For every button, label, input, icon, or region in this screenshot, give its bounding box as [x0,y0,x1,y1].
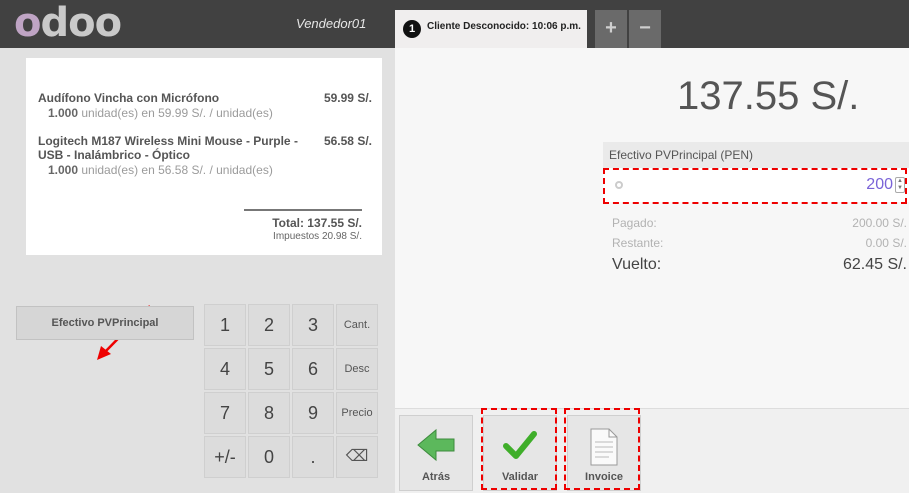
order-line[interactable]: Logitech M187 Wireless Mini Mouse - Purp… [38,134,372,178]
product-info: 1.000 unidad(es) en 59.99 S/. / unidad(e… [48,105,372,121]
numpad-backspace-icon[interactable]: ⌫ [336,436,378,478]
change-value: 62.45 S/. [842,256,907,273]
odoo-logo: odoo [14,0,122,46]
order-tab[interactable]: 1 Cliente Desconocido: 10:06 p.m. [395,10,587,48]
payment-pane: 137.55 S/. Efectivo PVPrincipal (PEN) 20… [395,48,909,408]
change-label: Vuelto: [612,256,662,273]
numpad-key-8[interactable]: 8 [248,392,290,434]
product-info: 1.000 unidad(es) en 56.58 S/. / unidad(e… [48,162,372,178]
product-name: Audífono Vincha con Micrófono [38,91,220,105]
order-receipt: Audífono Vincha con Micrófono 59.99 S/. … [26,58,382,255]
order-line[interactable]: Audífono Vincha con Micrófono 59.99 S/. … [38,91,372,121]
highlight-invoice [564,408,640,490]
numpad-price-key[interactable]: Precio [336,392,378,434]
order-total: Total: 137.55 S/. [272,216,362,230]
back-label: Atrás [421,471,451,483]
remaining-value: 0.00 S/. [865,236,907,250]
numpad-key-0[interactable]: 0 [248,436,290,478]
left-pane: Audífono Vincha con Micrófono 59.99 S/. … [0,48,395,493]
product-qty: 1.000 [48,163,79,177]
add-order-button[interactable]: + [595,10,627,48]
order-number-badge: 1 [403,20,421,38]
back-arrow-icon [417,428,455,462]
product-price: 59.99 S/. [323,91,372,105]
amount-due: 137.55 S/. [677,74,860,118]
product-qty: 1.000 [48,106,79,120]
highlight-validate [481,408,557,490]
paid-value: 200.00 S/. [852,216,907,230]
remaining-label: Restante: [612,236,664,250]
numpad-key-9[interactable]: 9 [292,392,334,434]
numpad-key-4[interactable]: 4 [204,348,246,390]
product-detail: unidad(es) en 59.99 S/. / unidad(es) [78,106,273,120]
cashier-name[interactable]: Vendedor01 [296,16,366,31]
numpad-quantity-key[interactable]: Cant. [336,304,378,346]
numpad-key-6[interactable]: 6 [292,348,334,390]
total-divider [244,209,362,211]
payment-method-button[interactable]: Efectivo PVPrincipal [16,306,194,340]
numpad-key-3[interactable]: 3 [292,304,334,346]
order-tab-label: Cliente Desconocido: 10:06 p.m. [427,21,581,32]
numpad-sign-key[interactable]: +/- [204,436,246,478]
product-name: Logitech M187 Wireless Mini Mouse - Purp… [38,134,298,162]
numpad-key-2[interactable]: 2 [248,304,290,346]
numpad-decimal-key[interactable]: . [292,436,334,478]
order-taxes: Impuestos 20.98 S/. [273,231,362,242]
product-price: 56.58 S/. [323,134,372,148]
highlight-payment-line [603,168,907,204]
numpad-key-7[interactable]: 7 [204,392,246,434]
paid-label: Pagado: [612,216,657,230]
action-bar: Atrás Validar Invoice [395,408,909,493]
payment-line-header: Efectivo PVPrincipal (PEN) [603,142,909,168]
top-bar: odoo Vendedor01 1 Cliente Desconocido: 1… [0,0,909,48]
numpad-key-5[interactable]: 5 [248,348,290,390]
remove-order-button[interactable]: − [629,10,661,48]
numpad-key-1[interactable]: 1 [204,304,246,346]
back-button[interactable]: Atrás [399,415,473,491]
numpad-discount-key[interactable]: Desc [336,348,378,390]
product-detail: unidad(es) en 56.58 S/. / unidad(es) [78,163,273,177]
